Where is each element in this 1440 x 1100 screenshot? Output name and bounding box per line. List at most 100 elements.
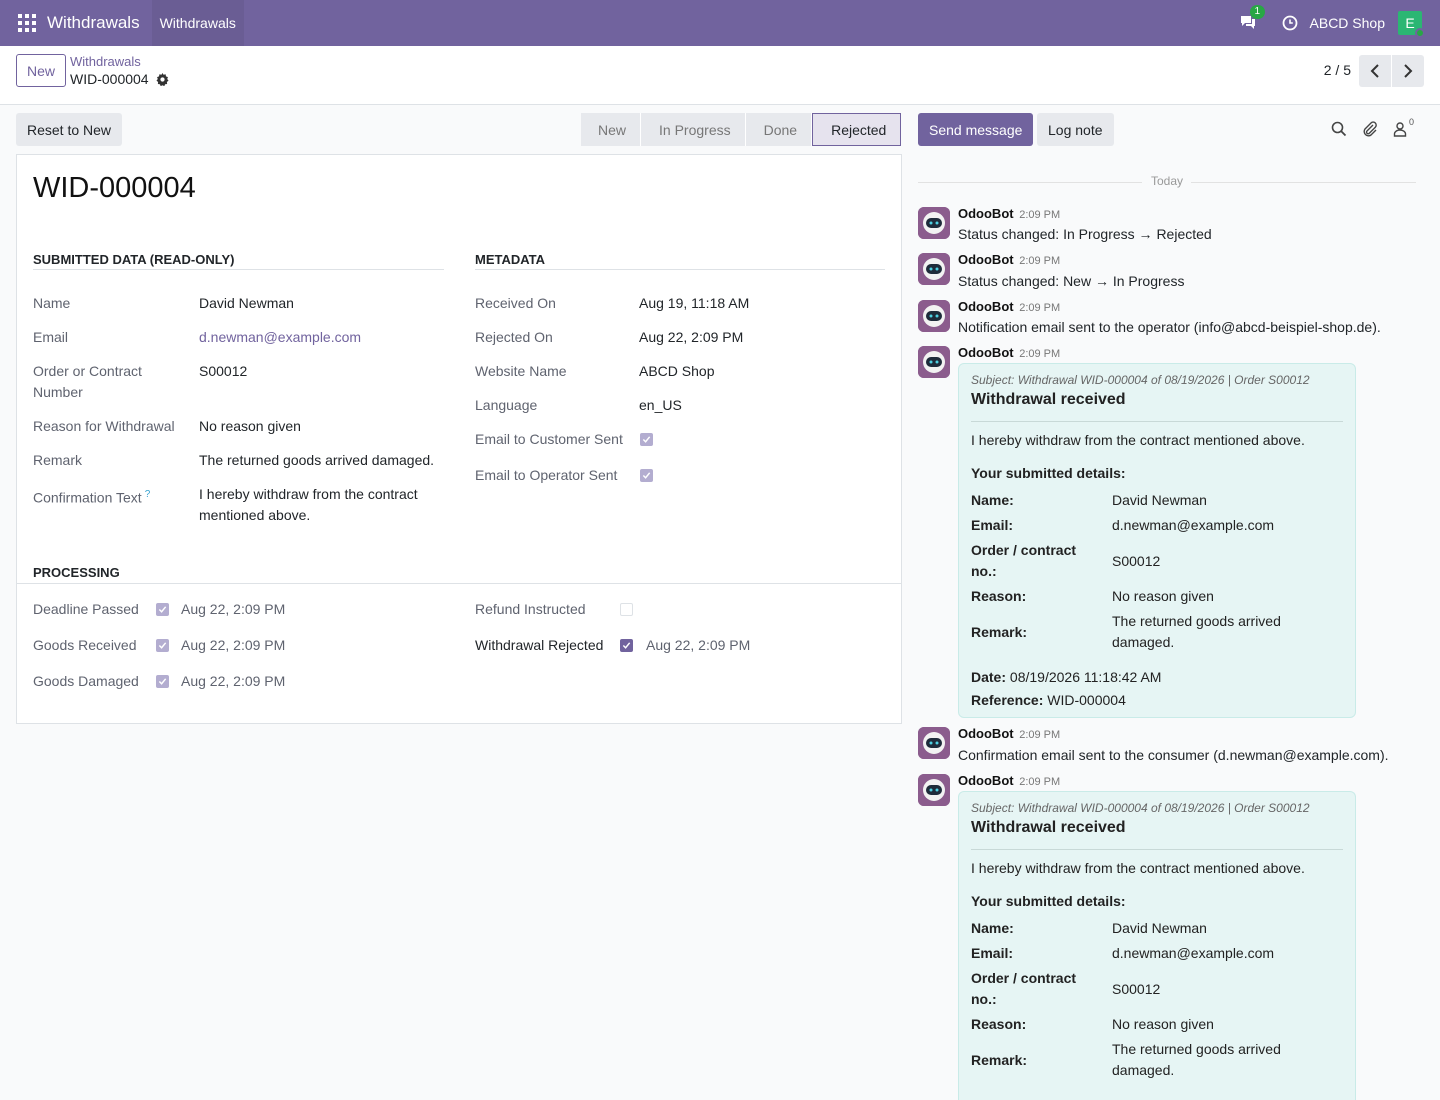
author-name: OdooBot <box>958 299 1014 314</box>
language-value: en_US <box>639 397 682 413</box>
email-date-key: Date: <box>971 669 1007 685</box>
message-time: 2:09 PM <box>1019 209 1061 221</box>
goods-received-checkbox[interactable] <box>156 639 169 652</box>
message-author: OdooBot 2:09 PM <box>958 252 1060 267</box>
send-message-button[interactable]: Send message <box>918 113 1034 146</box>
message-author: OdooBot 2:09 PM <box>958 206 1060 221</box>
message-body: Status changed: In Progress → Rejected <box>958 226 1212 242</box>
website-label: Website Name <box>475 363 567 379</box>
odoobot-avatar <box>918 774 950 806</box>
email-message-card: Subject: Withdrawal WID-000004 of 08/19/… <box>958 791 1356 1100</box>
gear-icon[interactable] <box>156 72 169 86</box>
messages-button[interactable]: 1 <box>1239 4 1266 33</box>
email-email-key: Email: <box>971 945 1014 961</box>
email-name-key: Name: <box>971 920 1014 936</box>
stage-new[interactable]: New <box>581 113 642 146</box>
email-operator-label: Email to Operator Sent <box>475 467 618 483</box>
app-name[interactable]: Withdrawals <box>47 13 140 33</box>
order-label-line1: Order or Contract <box>33 363 142 379</box>
remark-value: The returned goods arrived damaged. <box>199 452 435 468</box>
author-name: OdooBot <box>958 726 1014 741</box>
app-grid-icon[interactable] <box>18 14 36 32</box>
email-order-key-line1: Order / contract <box>971 970 1077 986</box>
stage-done[interactable]: Done <box>745 113 813 146</box>
email-details-heading: Your submitted details: <box>971 893 1126 909</box>
email-name-value: David Newman <box>1112 920 1207 936</box>
avatar-letter: E <box>1405 15 1415 31</box>
search-icon[interactable] <box>1331 121 1347 137</box>
date-separator: Today <box>1150 174 1184 188</box>
pager-previous-button[interactable] <box>1359 55 1391 87</box>
email-title: Withdrawal received <box>971 819 1126 836</box>
email-remark-value-line2: damaged. <box>1112 634 1175 650</box>
goods-received-label: Goods Received <box>33 637 137 653</box>
section-submitted-heading: SUBMITTED DATA (READ-ONLY) <box>33 252 235 267</box>
message-time: 2:09 PM <box>1019 776 1061 788</box>
reason-label: Reason for Withdrawal <box>33 418 175 434</box>
deadline-passed-checkbox[interactable] <box>156 603 169 616</box>
paperclip-icon[interactable] <box>1362 121 1378 137</box>
withdrawal-rejected-checkbox[interactable] <box>620 639 633 652</box>
message-body: Status changed: New → In Progress <box>958 273 1185 289</box>
section-divider <box>475 269 885 270</box>
message-count-badge: 1 <box>1249 4 1266 19</box>
email-remark-key: Remark: <box>971 624 1028 640</box>
robot-avatar-icon <box>918 207 950 239</box>
message-time: 2:09 PM <box>1019 729 1061 741</box>
email-subject: Subject: Withdrawal WID-000004 of 08/19/… <box>971 801 1310 815</box>
online-status-dot <box>1415 28 1425 38</box>
email-divider <box>971 849 1343 850</box>
email-remark-key: Remark: <box>971 1052 1028 1068</box>
author-name: OdooBot <box>958 773 1014 788</box>
rejected-on-value: Aug 22, 2:09 PM <box>639 329 744 345</box>
message-time: 2:09 PM <box>1019 302 1061 314</box>
section-divider <box>17 583 901 584</box>
email-operator-checkbox[interactable] <box>640 469 653 482</box>
email-date-line: Date: 08/19/2026 11:18:42 AM <box>971 667 1161 688</box>
email-remark-value-line1: The returned goods arrived <box>1112 613 1281 629</box>
pager-next-button[interactable] <box>1392 55 1424 87</box>
email-order-key-line2: no.: <box>971 563 997 579</box>
activity-clock-icon[interactable] <box>1282 15 1298 31</box>
new-button[interactable]: New <box>16 54 67 87</box>
log-note-button[interactable]: Log note <box>1037 113 1114 146</box>
user-avatar[interactable]: E <box>1398 11 1425 38</box>
stage-rejected[interactable]: Rejected <box>812 113 902 146</box>
refund-instructed-checkbox[interactable] <box>620 603 633 616</box>
email-message-card: Subject: Withdrawal WID-000004 of 08/19/… <box>958 363 1356 718</box>
email-order-value: S00012 <box>1112 981 1161 997</box>
confirmation-value-line1: I hereby withdraw from the contract <box>199 486 418 502</box>
odoobot-avatar <box>918 346 950 378</box>
control-panel: New Withdrawals WID-000004 2 / 5 <box>0 46 1440 105</box>
email-customer-checkbox[interactable] <box>640 433 653 446</box>
goods-damaged-checkbox[interactable] <box>156 675 169 688</box>
robot-avatar-icon <box>918 346 950 378</box>
menu-withdrawals[interactable]: Withdrawals <box>151 0 244 46</box>
pager-value[interactable]: 2 / 5 <box>1324 62 1351 78</box>
name-value: David Newman <box>199 295 294 311</box>
checkmark-icon <box>158 606 167 613</box>
email-divider <box>971 421 1343 422</box>
odoobot-avatar <box>918 727 950 759</box>
reset-to-new-button[interactable]: Reset to New <box>16 113 123 146</box>
name-label: Name <box>33 295 71 311</box>
email-name-key: Name: <box>971 492 1014 508</box>
stage-in-progress[interactable]: In Progress <box>641 113 746 146</box>
email-details-heading: Your submitted details: <box>971 465 1126 481</box>
author-name: OdooBot <box>958 206 1014 221</box>
message-author: OdooBot 2:09 PM <box>958 299 1060 314</box>
email-link[interactable]: d.newman@example.com <box>199 327 361 348</box>
email-reference-line: Reference: WID-000004 <box>971 690 1126 711</box>
company-switcher[interactable]: ABCD Shop <box>1310 15 1385 31</box>
email-intro: I hereby withdraw from the contract ment… <box>971 432 1305 448</box>
section-metadata-heading: METADATA <box>475 252 546 267</box>
email-date-value: 08/19/2026 11:18:42 AM <box>1009 669 1162 685</box>
odoobot-avatar <box>918 300 950 332</box>
chevron-left-icon <box>1370 64 1379 78</box>
email-subject: Subject: Withdrawal WID-000004 of 08/19/… <box>971 373 1310 387</box>
help-tooltip-icon[interactable]: ? <box>145 489 151 500</box>
followers-icon[interactable] <box>1392 121 1408 137</box>
breadcrumb-parent[interactable]: Withdrawals <box>70 54 141 69</box>
confirmation-label: Confirmation Text? <box>33 484 150 509</box>
email-reference-value: WID-000004 <box>1047 692 1126 708</box>
